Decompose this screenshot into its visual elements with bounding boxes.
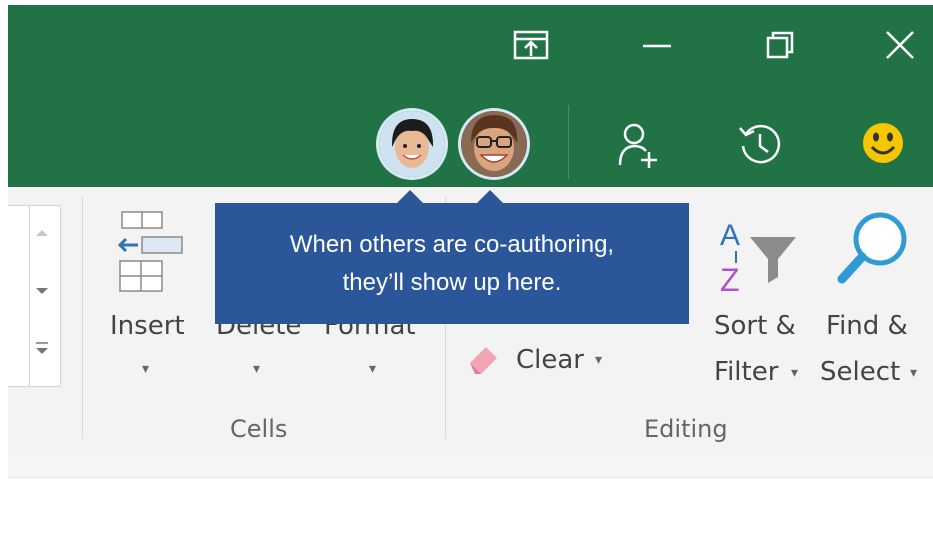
- callout-pointer-1: [396, 190, 424, 204]
- coauthor-avatar-1[interactable]: [379, 111, 445, 177]
- coauthoring-callout: When others are co-authoring, they’ll sh…: [215, 203, 689, 324]
- cells-group-label: Cells: [230, 415, 288, 443]
- ribbon-bottom-bar: [8, 455, 933, 478]
- title-bar: [8, 5, 933, 187]
- gallery-more-icon[interactable]: [32, 339, 56, 363]
- gallery-scroll-down-icon[interactable]: [32, 283, 56, 303]
- activity-history-icon[interactable]: [730, 115, 790, 175]
- smiley-feedback-icon[interactable]: [853, 113, 913, 173]
- gallery-scroll-up-icon[interactable]: [32, 225, 56, 245]
- svg-text:A: A: [720, 219, 740, 252]
- editing-group-label: Editing: [644, 415, 728, 443]
- eraser-icon: [466, 341, 502, 381]
- titlebar-divider: [568, 105, 569, 179]
- share-icon[interactable]: [608, 115, 668, 175]
- insert-button[interactable]: Insert: [110, 311, 185, 341]
- insert-cells-icon: [114, 209, 190, 299]
- callout-text-line1: When others are co-authoring,: [289, 230, 615, 258]
- insert-dropdown-icon[interactable]: ▾: [142, 361, 149, 377]
- find-select-button[interactable]: Find &: [826, 311, 908, 341]
- close-icon[interactable]: [870, 15, 930, 75]
- group-divider: [82, 197, 83, 439]
- coauthor-avatar-2[interactable]: [461, 111, 527, 177]
- clear-button[interactable]: Clear: [516, 345, 584, 375]
- delete-dropdown-icon[interactable]: ▾: [253, 361, 260, 377]
- ribbon-display-options-icon[interactable]: [501, 15, 561, 75]
- find-select-dropdown-icon[interactable]: ▾: [910, 365, 917, 381]
- callout-text-line2: they’ll show up here.: [342, 268, 562, 296]
- sort-filter-icon: A Z: [712, 217, 802, 301]
- format-dropdown-icon[interactable]: ▾: [369, 361, 376, 377]
- restore-icon[interactable]: [750, 15, 810, 75]
- find-select-label-line2[interactable]: Select: [820, 357, 900, 387]
- magnifier-icon: [834, 209, 914, 293]
- sort-filter-label-line2[interactable]: Filter: [714, 357, 778, 387]
- svg-text:Z: Z: [720, 262, 740, 297]
- sort-filter-button[interactable]: Sort &: [714, 311, 796, 341]
- sort-filter-dropdown-icon[interactable]: ▾: [791, 365, 798, 381]
- clear-dropdown-icon[interactable]: ▾: [595, 352, 602, 368]
- callout-pointer-2: [476, 190, 504, 204]
- minimize-icon[interactable]: [627, 15, 687, 75]
